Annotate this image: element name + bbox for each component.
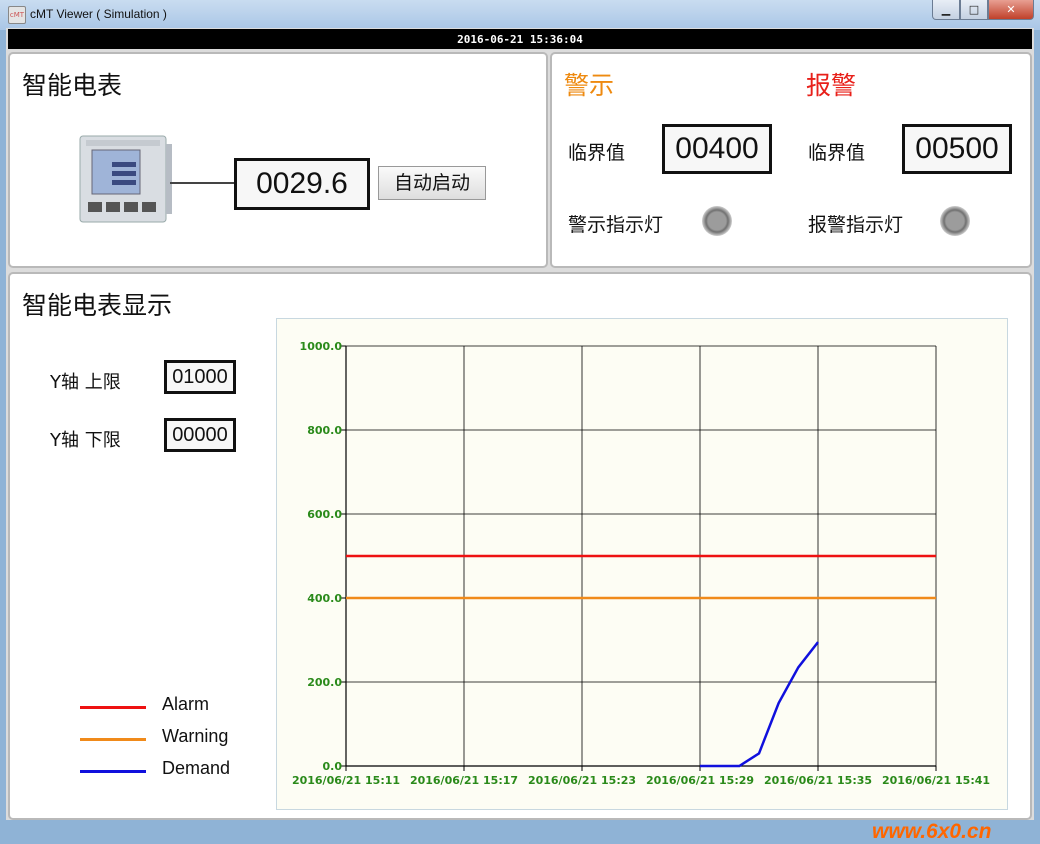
x-tick-label: 2016/06/21 15:41 <box>882 774 990 787</box>
minimize-button[interactable]: ▁ <box>932 0 960 20</box>
auto-start-button[interactable]: 自动启动 <box>378 166 486 200</box>
y-tick-label: 400.0 <box>307 592 342 605</box>
app-icon: cMT <box>8 6 26 24</box>
meter-panel-title: 智能电表 <box>22 71 123 100</box>
trend-panel: 智能电表显示 Y轴 上限 01000 Y轴 下限 00000 Alarm War… <box>8 272 1032 820</box>
y-upper-input[interactable]: 01000 <box>164 360 236 394</box>
warning-indicator-lamp <box>702 206 732 236</box>
legend-alarm-line <box>80 706 146 709</box>
power-meter-image <box>79 135 172 223</box>
x-tick-label: 2016/06/21 15:11 <box>292 774 400 787</box>
y-tick-label: 800.0 <box>307 424 342 437</box>
y-tick-label: 200.0 <box>307 676 342 689</box>
alert-panel: 警示 报警 临界值 00400 临界值 00500 警示指示灯 报警指示灯 <box>550 52 1032 268</box>
window-controls: ▁ □ ✕ <box>932 0 1034 20</box>
legend-warning-label: Warning <box>162 726 229 746</box>
x-tick-label: 2016/06/21 15:17 <box>410 774 518 787</box>
alarm-indicator-lamp <box>940 206 970 236</box>
y-tick-label: 0.0 <box>323 760 343 773</box>
connector-line <box>170 182 236 184</box>
warning-title: 警示 <box>564 71 615 100</box>
legend-demand-label: Demand <box>162 758 231 778</box>
trend-chart: 0.0 200.0 400.0 600.0 800.0 1000.0 2016/06/21 … <box>276 318 1008 810</box>
warning-lamp-label: 警示指示灯 <box>568 214 664 236</box>
hmi-screen: 2016-06-21 15:36:04 智能电表 0029.6 自动启动 警示 … <box>6 28 1034 843</box>
datetime-display: 2016-06-21 15:36:04 <box>8 29 1032 49</box>
y-lower-label: Y轴 下限 <box>50 430 121 451</box>
x-tick-label: 2016/06/21 15:23 <box>528 774 636 787</box>
y-lower-input[interactable]: 00000 <box>164 418 236 452</box>
y-tick-label: 1000.0 <box>300 340 343 353</box>
maximize-button[interactable]: □ <box>960 0 988 20</box>
y-upper-label: Y轴 上限 <box>50 372 121 393</box>
meter-panel: 智能电表 0029.6 自动启动 <box>8 52 548 268</box>
window-title: cMT Viewer ( Simulation ) <box>30 7 167 21</box>
legend-demand-line <box>80 770 146 773</box>
y-tick-label: 600.0 <box>307 508 342 521</box>
window-titlebar: cMT cMT Viewer ( Simulation ) ▁ □ ✕ <box>0 0 1040 30</box>
legend-warning-line <box>80 738 146 741</box>
trend-panel-title: 智能电表显示 <box>22 291 173 320</box>
x-tick-label: 2016/06/21 15:29 <box>646 774 754 787</box>
alarm-title: 报警 <box>806 71 857 100</box>
alarm-threshold-label: 临界值 <box>808 142 866 164</box>
x-tick-label: 2016/06/21 15:35 <box>764 774 872 787</box>
alarm-lamp-label: 报警指示灯 <box>808 214 904 236</box>
alarm-threshold-input[interactable]: 00500 <box>902 124 1012 174</box>
close-button[interactable]: ✕ <box>988 0 1034 20</box>
watermark-text: www.6x0.cn <box>872 820 992 843</box>
warning-threshold-input[interactable]: 00400 <box>662 124 772 174</box>
legend-alarm-label: Alarm <box>162 694 210 714</box>
warning-threshold-label: 临界值 <box>568 142 626 164</box>
meter-reading-display: 0029.6 <box>234 158 370 210</box>
